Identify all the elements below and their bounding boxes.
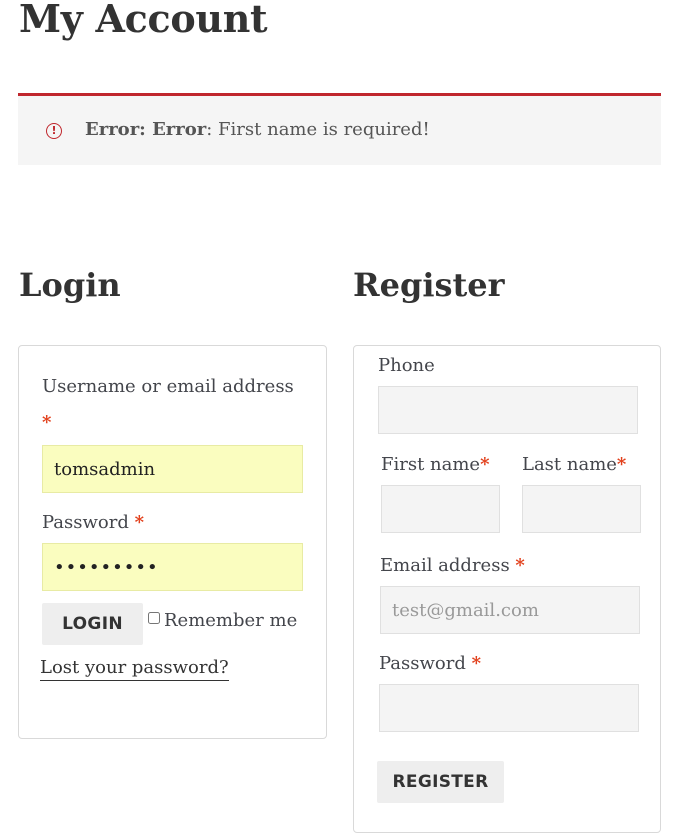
login-password-label: Password * (42, 512, 144, 533)
username-input[interactable] (42, 445, 303, 493)
register-button[interactable]: REGISTER (377, 761, 504, 803)
email-required-marker: * (515, 555, 525, 576)
login-password-input[interactable] (42, 543, 303, 591)
email-label-text: Email address (380, 555, 510, 576)
error-detail: : First name is required! (206, 119, 430, 140)
register-password-label-text: Password (379, 653, 466, 674)
email-label: Email address * (380, 555, 525, 576)
last-name-label: Last name* (522, 454, 626, 475)
email-input[interactable] (380, 586, 640, 634)
last-name-input[interactable] (522, 485, 641, 533)
login-heading: Login (19, 266, 121, 304)
register-password-required-marker: * (471, 653, 482, 674)
error-message: Error: Error: First name is required! (85, 119, 430, 140)
first-name-required-marker: * (480, 454, 490, 475)
last-name-label-text: Last name (522, 454, 617, 475)
remember-me[interactable]: Remember me (148, 610, 297, 631)
first-name-input[interactable] (381, 485, 500, 533)
last-name-required-marker: * (616, 454, 627, 475)
remember-me-checkbox[interactable] (148, 612, 160, 624)
first-name-label: First name* (381, 454, 490, 475)
login-button[interactable]: LOGIN (42, 603, 143, 645)
alert-circle-icon: ! (46, 123, 62, 139)
register-password-label: Password * (379, 653, 481, 674)
login-password-label-text: Password (42, 512, 129, 533)
remember-me-label: Remember me (164, 610, 298, 631)
lost-password-link[interactable]: Lost your password? (40, 656, 229, 681)
page-title: My Account (19, 0, 268, 41)
register-password-input[interactable] (379, 684, 639, 732)
username-label: Username or email address (42, 376, 294, 397)
error-prefix: Error: Error (85, 119, 207, 140)
login-password-required-marker: * (134, 512, 145, 533)
username-required-marker: * (42, 412, 52, 433)
register-heading: Register (353, 266, 505, 304)
error-notice: ! Error: Error: First name is required! (18, 93, 661, 165)
first-name-label-text: First name (381, 454, 481, 475)
phone-label: Phone (378, 355, 435, 376)
phone-input[interactable] (378, 386, 638, 434)
